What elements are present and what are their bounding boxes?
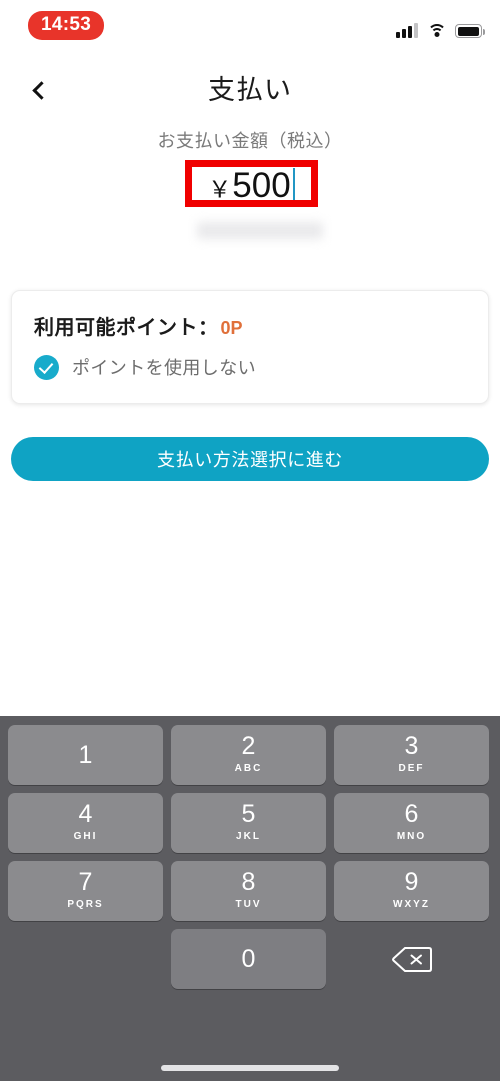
key-number: 0	[241, 944, 256, 973]
key-number: 3	[404, 732, 419, 760]
phone-screen: 14:53 支払い お支払い金額（税込） ￥500 利用可能ポイント： 0P	[0, 0, 500, 1081]
key-delete[interactable]	[334, 929, 489, 989]
available-points-row: 利用可能ポイント： 0P	[34, 311, 243, 340]
amount-number: 500	[232, 165, 291, 205]
home-indicator	[161, 1065, 339, 1071]
proceed-to-payment-method-button[interactable]: 支払い方法選択に進む	[11, 437, 489, 481]
key-letters: ABC	[234, 763, 263, 774]
key-number: 5	[241, 800, 256, 828]
no-points-option-label: ポイントを使用しない	[72, 358, 256, 378]
key-1[interactable]: 1	[8, 725, 163, 785]
key-letters: TUV	[235, 899, 262, 910]
wifi-icon	[427, 23, 446, 38]
keypad-keys: 1 2 ABC 3 DEF 4 GHI 5 JKL 6 MNO 7 PQRS 8…	[0, 725, 500, 989]
key-number: 7	[78, 868, 93, 896]
nav-bar: 支払い	[0, 64, 500, 122]
key-blank	[8, 929, 163, 989]
key-letters: GHI	[73, 831, 98, 842]
key-letters: JKL	[236, 831, 261, 842]
cellular-signal-icon	[396, 22, 418, 38]
check-circle-icon	[34, 354, 59, 380]
key-letters: DEF	[398, 763, 425, 774]
key-9[interactable]: 9 WXYZ	[334, 861, 489, 921]
battery-icon	[455, 24, 485, 38]
key-number: 2	[241, 732, 256, 760]
key-0[interactable]: 0	[171, 929, 326, 989]
currency-symbol: ￥	[208, 175, 232, 202]
text-caret	[292, 167, 295, 200]
status-bar: 14:53	[0, 0, 500, 55]
available-points-value: 0P	[220, 318, 243, 338]
amount-input-highlight[interactable]: ￥ 500	[185, 160, 318, 207]
key-number: 1	[78, 740, 93, 769]
key-3[interactable]: 3 DEF	[334, 725, 489, 785]
numeric-keypad: 1 2 ABC 3 DEF 4 GHI 5 JKL 6 MNO 7 PQRS 8…	[0, 716, 500, 1081]
no-points-option[interactable]: ポイントを使用しない	[34, 354, 256, 380]
key-letters: MNO	[396, 831, 427, 842]
key-8[interactable]: 8 TUV	[171, 861, 326, 921]
key-letters: WXYZ	[393, 899, 430, 910]
amount-label: お支払い金額（税込）	[157, 131, 343, 151]
key-letters: PQRS	[67, 899, 104, 910]
amount-input-value: ￥ 500	[208, 165, 295, 205]
key-number: 9	[404, 868, 419, 896]
key-7[interactable]: 7 PQRS	[8, 861, 163, 921]
key-6[interactable]: 6 MNO	[334, 793, 489, 853]
key-number: 8	[241, 868, 256, 896]
key-5[interactable]: 5 JKL	[171, 793, 326, 853]
page-title: 支払い	[208, 75, 292, 105]
status-icons	[396, 18, 485, 38]
key-number: 4	[78, 800, 93, 828]
key-4[interactable]: 4 GHI	[8, 793, 163, 853]
delete-icon	[391, 946, 432, 973]
redacted-hint-text	[197, 222, 323, 239]
points-card: 利用可能ポイント： 0P ポイントを使用しない	[11, 290, 489, 404]
screen-recording-time-pill: 14:53	[28, 11, 105, 40]
key-number: 6	[404, 800, 419, 828]
available-points-label: 利用可能ポイント：	[34, 317, 219, 339]
key-2[interactable]: 2 ABC	[171, 725, 326, 785]
